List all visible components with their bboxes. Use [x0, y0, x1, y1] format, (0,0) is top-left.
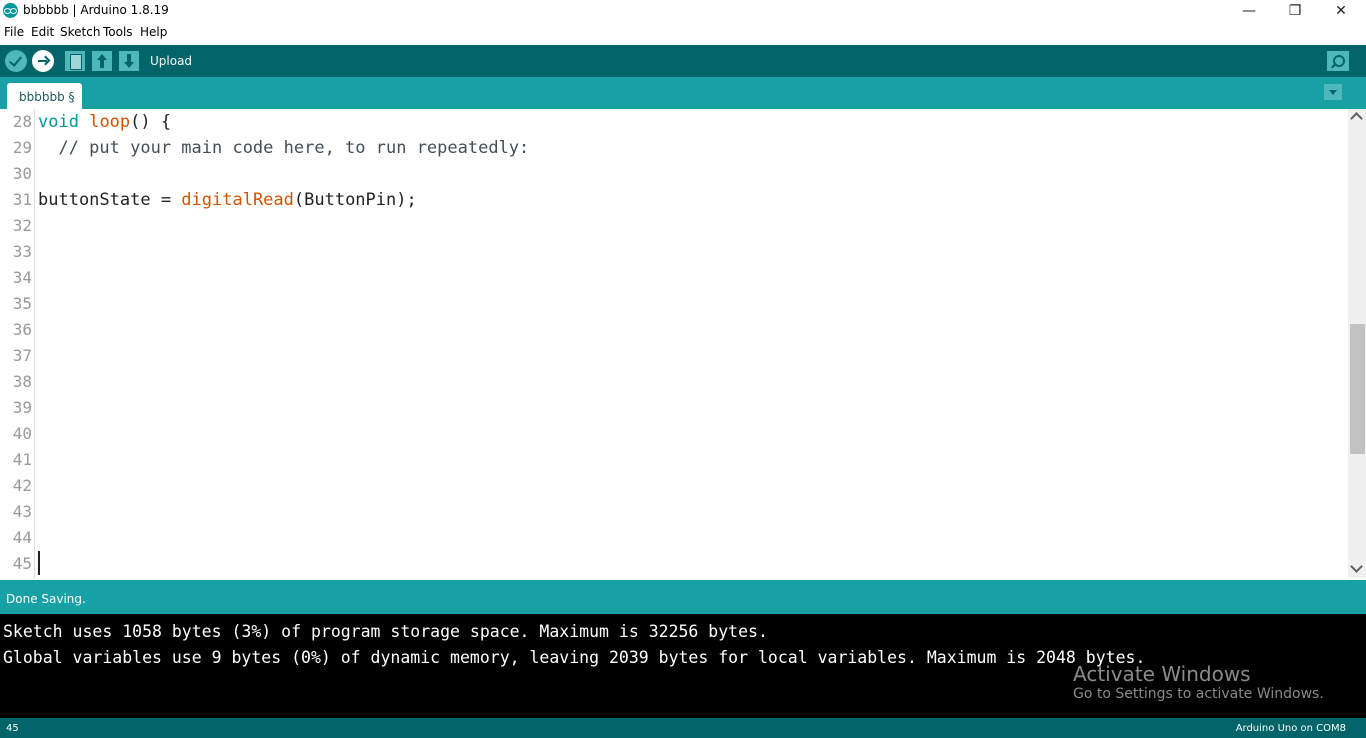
line-number: 34 — [12, 268, 32, 287]
code-line: 38 — [0, 369, 1348, 395]
code-line: 41 — [0, 447, 1348, 473]
current-line-number: 45 — [6, 723, 19, 734]
code-line: 33 — [0, 239, 1348, 265]
line-number: 35 — [12, 294, 32, 313]
toolbar-hover-label: Upload — [150, 54, 193, 68]
line-number: 44 — [12, 528, 32, 547]
tab-bar: bbbbbb § — [0, 77, 1366, 109]
line-number: 29 — [12, 138, 32, 157]
new-sketch-button[interactable] — [65, 51, 85, 71]
menu-sketch[interactable]: Sketch — [60, 25, 100, 39]
code-line: 42 — [0, 473, 1348, 499]
code-text: void loop() { — [38, 109, 171, 135]
line-number: 31 — [12, 190, 32, 209]
code-token: loop — [89, 112, 131, 132]
menu-tools[interactable]: Tools — [103, 25, 133, 39]
code-token: digitalRead — [181, 190, 294, 210]
line-number: 36 — [12, 320, 32, 339]
line-number: 28 — [12, 112, 32, 131]
status-message: Done Saving. — [6, 592, 86, 606]
tab-sketch[interactable]: bbbbbb § — [7, 83, 82, 109]
code-editor[interactable]: 28 void loop() {29 // put your main code … — [0, 109, 1366, 578]
line-number: 43 — [12, 502, 32, 521]
activate-windows-watermark-title: Activate Windows — [1073, 662, 1251, 686]
code-line: 43 — [0, 499, 1348, 525]
console-line: Global variables use 9 bytes (0%) of dyn… — [3, 648, 1146, 667]
code-line: 29 // put your main code here, to run re… — [0, 135, 1348, 161]
line-number: 41 — [12, 450, 32, 469]
code-line: 28 void loop() { — [0, 109, 1348, 135]
menu-file[interactable]: File — [4, 25, 24, 39]
code-text: // put your main code here, to run repea… — [38, 135, 529, 161]
open-button[interactable] — [92, 51, 112, 71]
line-number: 32 — [12, 216, 32, 235]
console-line: Sketch uses 1058 bytes (3%) of program s… — [3, 622, 768, 641]
output-console[interactable]: Sketch uses 1058 bytes (3%) of program s… — [0, 614, 1366, 718]
text-caret — [38, 551, 40, 575]
code-token: // put your main code here, to run repea… — [38, 138, 530, 158]
toolbar: Upload — [0, 45, 1366, 77]
code-line: 34 — [0, 265, 1348, 291]
code-line: 39 — [0, 395, 1348, 421]
line-number: 40 — [12, 424, 32, 443]
code-line: 37 — [0, 343, 1348, 369]
menu-bar: File Edit Sketch Tools Help — [0, 23, 1366, 43]
save-button[interactable] — [119, 51, 139, 71]
tab-menu-chevron-down-icon[interactable] — [1324, 84, 1342, 100]
code-line: 44 — [0, 525, 1348, 551]
code-line: 35 — [0, 291, 1348, 317]
menu-help[interactable]: Help — [140, 25, 167, 39]
line-number: 42 — [12, 476, 32, 495]
code-line: 32 — [0, 213, 1348, 239]
upload-button[interactable] — [32, 50, 54, 72]
code-line: 45 — [0, 551, 1348, 577]
verify-button[interactable] — [5, 50, 27, 72]
serial-monitor-button[interactable] — [1327, 51, 1349, 71]
code-token: buttonState = — [38, 190, 182, 210]
code-text: buttonState = digitalRead(ButtonPin); — [38, 187, 417, 213]
code-token: (ButtonPin); — [293, 190, 417, 210]
maximize-button[interactable]: ❐ — [1272, 0, 1318, 22]
line-number: 39 — [12, 398, 32, 417]
status-bar: Done Saving. — [0, 580, 1366, 614]
line-number: 30 — [12, 164, 32, 183]
board-port-info: Arduino Uno on COM8 — [1235, 723, 1346, 734]
menu-edit[interactable]: Edit — [31, 25, 54, 39]
code-line: 30 — [0, 161, 1348, 187]
line-number: 33 — [12, 242, 32, 261]
code-line: 40 — [0, 421, 1348, 447]
code-line: 36 — [0, 317, 1348, 343]
line-number: 45 — [12, 554, 32, 573]
minimize-button[interactable]: — — [1226, 0, 1272, 22]
line-number: 37 — [12, 346, 32, 365]
line-number: 38 — [12, 372, 32, 391]
code-token: () { — [130, 112, 172, 132]
title-bar: bbbbbb | Arduino 1.8.19 — ❐ ✕ — [0, 0, 1366, 22]
activate-windows-watermark-subtitle: Go to Settings to activate Windows. — [1073, 686, 1324, 702]
arduino-logo-icon — [3, 3, 18, 18]
code-line: 31 buttonState = digitalRead(ButtonPin); — [0, 187, 1348, 213]
scrollbar-thumb[interactable] — [1350, 324, 1365, 454]
code-token: void — [38, 112, 79, 132]
window-title: bbbbbb | Arduino 1.8.19 — [23, 3, 169, 17]
close-button[interactable]: ✕ — [1318, 0, 1364, 22]
bottom-status-bar: 45 Arduino Uno on COM8 — [0, 718, 1366, 738]
